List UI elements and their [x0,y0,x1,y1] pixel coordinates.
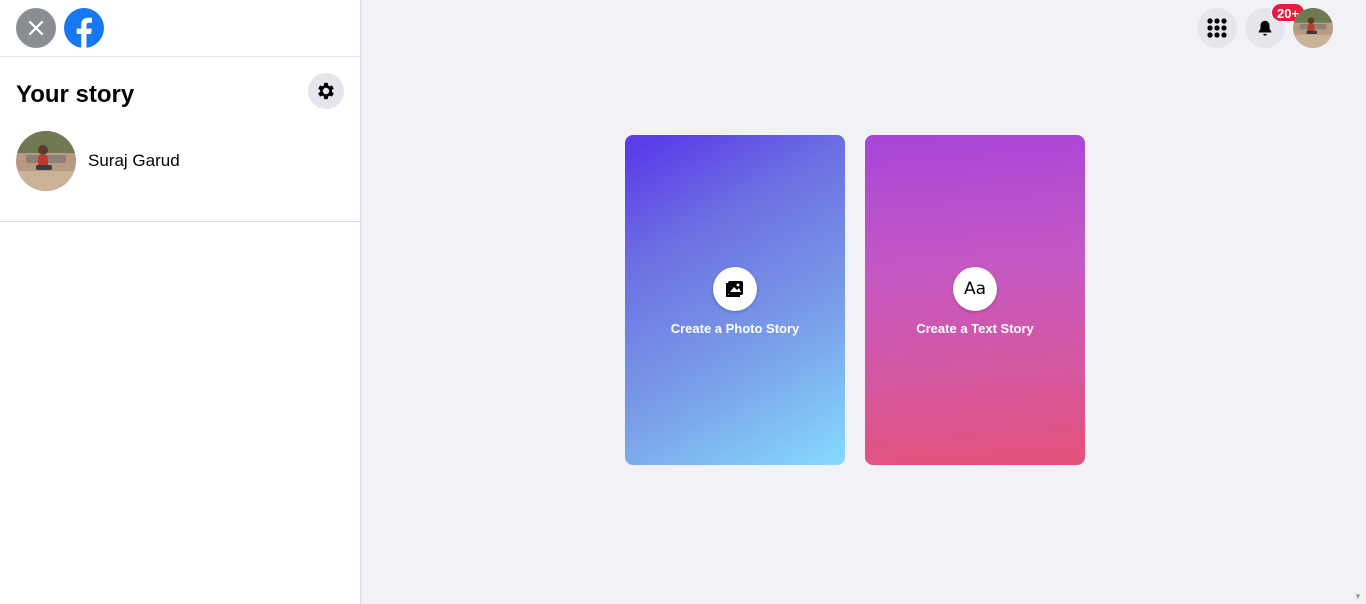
grid-menu-icon [1207,18,1227,38]
user-name[interactable]: Suraj Garud [88,151,180,171]
user-row[interactable]: Suraj Garud [16,131,180,191]
scroll-down-arrow-icon[interactable]: ▼ [1354,592,1362,601]
settings-button[interactable] [308,73,344,109]
create-text-story-label: Create a Text Story [916,321,1034,336]
account-avatar[interactable] [1293,8,1333,48]
user-avatar[interactable] [16,131,76,191]
create-text-story-card[interactable]: Aa Create a Text Story [865,135,1085,465]
close-button[interactable] [16,8,56,48]
story-sidebar: Your story Suraj Garud [0,0,361,604]
section-title: Your story [16,81,135,108]
text-aa-icon: Aa [963,279,987,299]
facebook-logo-icon[interactable] [64,8,104,48]
photo-icon-wrap [713,267,757,311]
bell-icon [1258,20,1272,36]
your-story-section: Your story Suraj Garud [0,57,360,222]
create-photo-story-card[interactable]: Create a Photo Story [625,135,845,465]
create-photo-story-label: Create a Photo Story [670,321,800,336]
sidebar-topbar [0,0,360,57]
text-icon-wrap: Aa [953,267,997,311]
gear-icon [318,82,334,100]
photo-icon [726,281,743,297]
close-icon [28,20,44,36]
menu-button[interactable] [1197,8,1237,48]
